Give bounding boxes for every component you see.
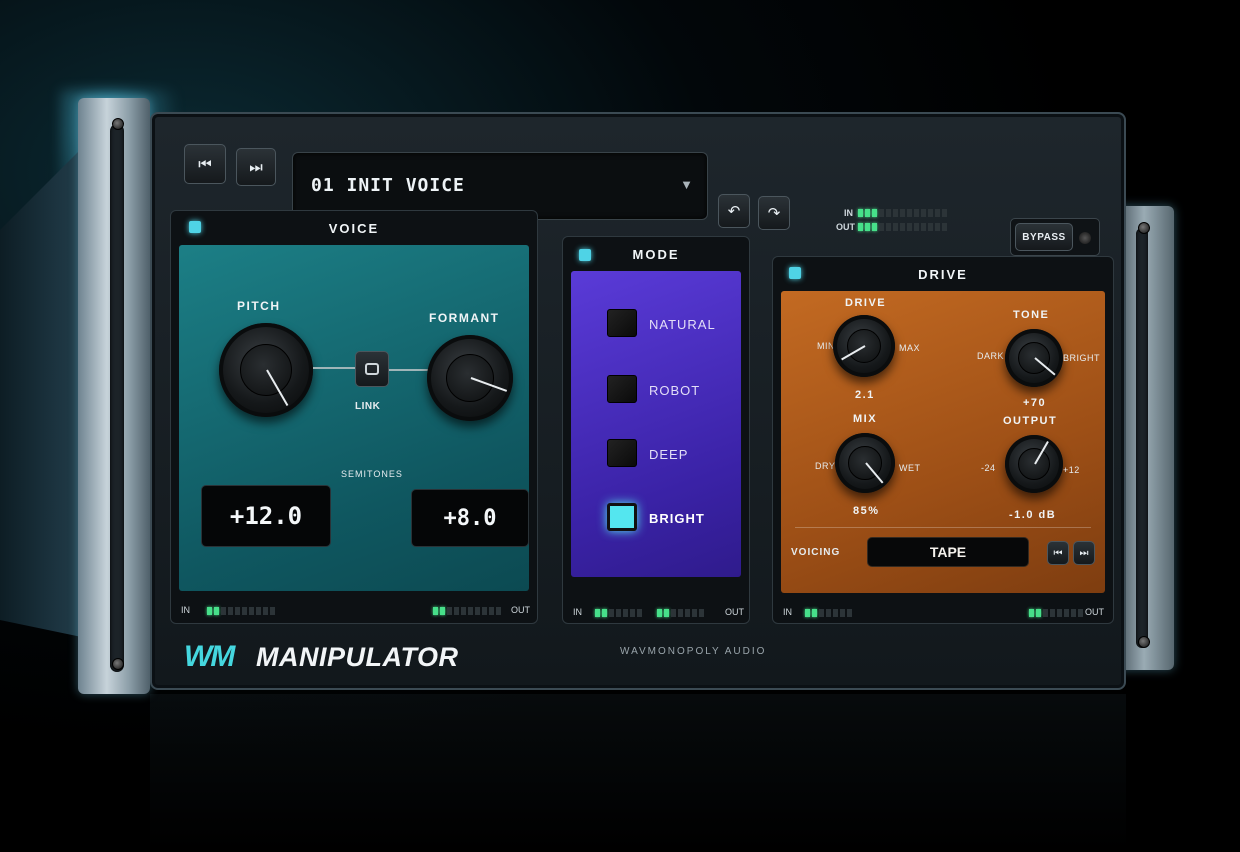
drive-knob-label: DRIVE [845, 297, 887, 309]
undo-icon: ↶ [727, 203, 741, 220]
meter-out-label: OUT [836, 222, 855, 232]
maker-name: WAVMONOPOLY AUDIO [620, 646, 767, 657]
drive-in-meter [805, 609, 852, 617]
mode-module: MODE NATURAL ROBOT DEEP BRIGHT IN OUT [562, 236, 750, 624]
voice-in-meter [207, 607, 275, 615]
output-max-label: +12 [1063, 465, 1080, 475]
tone-max-label: BRIGHT [1063, 353, 1101, 363]
mode-out-label: OUT [725, 607, 744, 617]
drive-knob[interactable] [833, 315, 895, 377]
drive-title: DRIVE [918, 266, 968, 282]
mode-option-robot-toggle[interactable] [607, 375, 637, 403]
voice-out-label: OUT [511, 605, 530, 615]
mode-face: NATURAL ROBOT DEEP BRIGHT [571, 271, 741, 577]
skip-previous-icon: ⏮ [198, 155, 212, 173]
mix-min-label: DRY [815, 461, 836, 471]
rack-slot [110, 124, 124, 672]
floor-reflection [150, 694, 1126, 852]
master-out-meter [858, 223, 947, 231]
output-value: -1.0 dB [1009, 509, 1057, 521]
drive-face: DRIVE MIN MAX 2.1 TONE DARK BRIGHT +70 M… [781, 291, 1105, 593]
voice-module: VOICE PITCH FORMANT LINK SEMITONES +12.0 [170, 210, 538, 624]
bypass-control: BYPASS [1010, 218, 1100, 256]
screw-icon [112, 658, 124, 670]
rack-ear-left [78, 98, 150, 694]
semitones-label: SEMITONES [341, 469, 403, 479]
pitch-label: PITCH [237, 299, 281, 313]
skip-previous-icon: ⏮ [1053, 547, 1063, 559]
mode-option-natural[interactable]: NATURAL [649, 317, 716, 332]
mode-option-bright[interactable]: BRIGHT [649, 511, 705, 526]
output-knob[interactable] [1005, 435, 1063, 493]
voicing-prev-button[interactable]: ⏮ [1047, 541, 1069, 565]
drive-module: DRIVE DRIVE MIN MAX 2.1 TONE DARK BRIGHT… [772, 256, 1114, 624]
tone-knob-label: TONE [1013, 309, 1050, 321]
mix-max-label: WET [899, 463, 921, 473]
plugin-scene: ⏮ ⏭ 01 INIT VOICE ▼ ↶ ↷ IN OUT BYPASS VO… [0, 0, 1240, 852]
pitch-value-display[interactable]: +12.0 [201, 485, 331, 547]
redo-button[interactable]: ↷ [758, 196, 790, 230]
pitch-knob[interactable] [219, 323, 313, 417]
screw-icon [1138, 636, 1150, 648]
link-line [313, 367, 355, 369]
mode-option-robot[interactable]: ROBOT [649, 383, 700, 398]
next-preset-button[interactable]: ⏭ [236, 148, 276, 186]
chevron-down-icon: ▼ [680, 177, 693, 192]
voicing-selector[interactable]: TAPE [867, 537, 1029, 567]
screw-icon [112, 118, 124, 130]
tone-value: +70 [1023, 397, 1047, 409]
redo-icon: ↷ [767, 205, 781, 222]
formant-knob[interactable] [427, 335, 513, 421]
link-button[interactable] [355, 351, 389, 387]
output-knob-label: OUTPUT [1003, 415, 1058, 427]
mode-out-meter [657, 609, 704, 617]
plugin-panel: ⏮ ⏭ 01 INIT VOICE ▼ ↶ ↷ IN OUT BYPASS VO… [150, 112, 1126, 690]
voice-out-meter [433, 607, 501, 615]
voicing-label: VOICING [791, 547, 841, 558]
product-name: MANIPULATOR [256, 642, 459, 672]
mode-option-natural-toggle[interactable] [607, 309, 637, 337]
formant-value-display[interactable]: +8.0 [411, 489, 529, 547]
divider [795, 527, 1091, 528]
drive-out-meter [1029, 609, 1083, 617]
undo-button[interactable]: ↶ [718, 194, 750, 228]
skip-next-icon: ⏭ [1079, 547, 1089, 559]
mode-option-bright-toggle[interactable] [607, 503, 637, 531]
mode-option-deep-toggle[interactable] [607, 439, 637, 467]
rack-slot [1136, 228, 1148, 648]
skip-next-icon: ⏭ [249, 158, 263, 176]
mode-option-deep[interactable]: DEEP [649, 447, 688, 462]
prev-preset-button[interactable]: ⏮ [184, 144, 226, 184]
screw-icon [1138, 222, 1150, 234]
link-line [389, 369, 429, 371]
drive-max-label: MAX [899, 343, 921, 353]
meter-in-label: IN [844, 208, 853, 218]
bypass-led [1079, 232, 1091, 244]
wm-logo: WM [184, 640, 235, 673]
output-min-label: -24 [981, 463, 996, 473]
mode-in-meter [595, 609, 642, 617]
mix-knob-label: MIX [853, 413, 878, 425]
mix-value: 85% [853, 505, 880, 517]
tone-knob[interactable] [1005, 329, 1063, 387]
voicing-next-button[interactable]: ⏭ [1073, 541, 1095, 565]
formant-label: FORMANT [429, 311, 500, 325]
link-icon [365, 363, 379, 375]
link-label: LINK [355, 401, 381, 412]
preset-name: 01 INIT VOICE [311, 175, 465, 196]
bypass-button[interactable]: BYPASS [1015, 223, 1073, 251]
drive-in-label: IN [783, 607, 792, 617]
mode-in-label: IN [573, 607, 582, 617]
voice-title: VOICE [328, 220, 380, 236]
voice-face: PITCH FORMANT LINK SEMITONES +12.0 +8.0 [179, 245, 529, 591]
voice-in-label: IN [181, 605, 190, 615]
master-in-meter [858, 209, 947, 217]
drive-out-label: OUT [1085, 607, 1104, 617]
mode-title: MODE [632, 246, 680, 262]
drive-value: 2.1 [855, 389, 875, 401]
mix-knob[interactable] [835, 433, 895, 493]
tone-min-label: DARK [977, 351, 1005, 361]
